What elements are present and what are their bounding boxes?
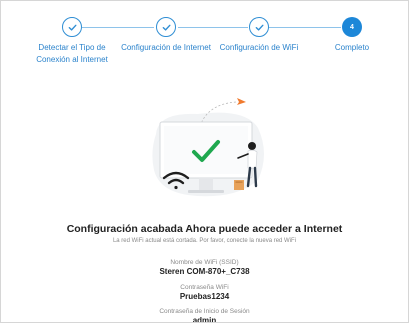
login-password-value: admin (192, 316, 217, 323)
step-label: Detectar el Tipo de Conexión al Internet (36, 43, 108, 64)
success-title: Configuración acabada Ahora puede accede… (66, 223, 343, 235)
step-label: Configuración de Internet (121, 43, 211, 52)
ssid-label: Nombre de WiFi (SSID) (170, 259, 239, 266)
check-icon (62, 17, 82, 37)
wifi-password-value: Pruebas1234 (179, 292, 230, 301)
completion-page: Detectar el Tipo de Conexión al Internet… (0, 0, 409, 323)
success-subtitle: La red WiFi actual está cortada. Por fav… (112, 238, 297, 244)
paper-plane-icon (237, 98, 246, 105)
success-illustration (138, 94, 278, 206)
step-detect-connection: Detectar el Tipo de Conexión al Internet (22, 17, 122, 66)
step-internet-config: Configuración de Internet (116, 17, 216, 54)
step-number-badge: 4 (342, 17, 362, 37)
login-password-label: Contraseña de Inicio de Sesión (159, 308, 250, 315)
step-wifi-config: Configuración de WiFi (209, 17, 309, 54)
wifi-password-label: Contraseña WiFi (180, 284, 229, 291)
step-label: Completo (334, 43, 370, 52)
step-complete: 4 Completo (302, 17, 402, 54)
check-icon (156, 17, 176, 37)
step-label: Configuración de WiFi (219, 43, 299, 52)
setup-stepper: Detectar el Tipo de Conexión al Internet… (1, 1, 408, 101)
ssid-value: Steren COM-870+_C738 (159, 267, 250, 276)
check-icon (249, 17, 269, 37)
